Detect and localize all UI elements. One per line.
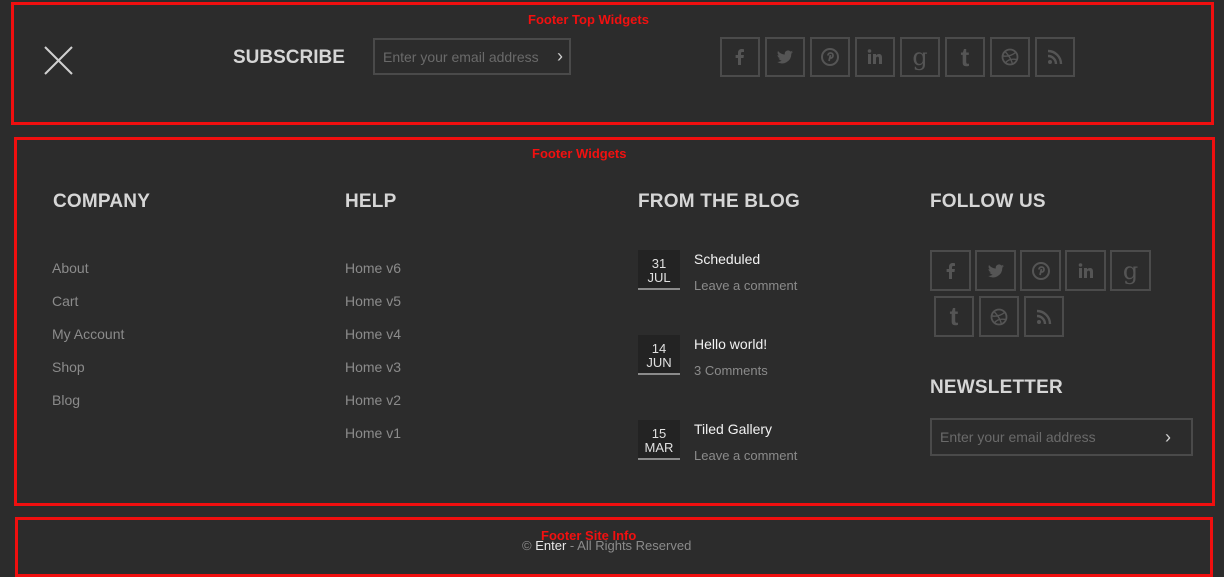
google-plus-icon[interactable]: g	[900, 37, 940, 77]
help-link-home-v5[interactable]: Home v5	[345, 293, 401, 309]
copyright-text: © Enter - All Rights Reserved	[522, 538, 691, 553]
help-link-home-v3[interactable]: Home v3	[345, 359, 401, 375]
newsletter-heading: NEWSLETTER	[930, 377, 1063, 398]
annotation-label-top: Footer Top Widgets	[528, 12, 649, 27]
rss-icon[interactable]	[1024, 296, 1064, 337]
rights-text: - All Rights Reserved	[569, 538, 692, 553]
post-comment-link[interactable]: Leave a comment	[694, 448, 797, 463]
post-date-badge: 14 JUN	[638, 335, 680, 375]
pinterest-icon[interactable]	[1020, 250, 1061, 291]
post-date-month: JUL	[647, 270, 671, 285]
twitter-icon[interactable]	[975, 250, 1016, 291]
facebook-icon[interactable]	[930, 250, 971, 291]
rss-icon[interactable]	[1035, 37, 1075, 77]
post-title-link[interactable]: Hello world!	[694, 336, 767, 352]
linkedin-icon[interactable]	[855, 37, 895, 77]
pinterest-icon[interactable]	[810, 37, 850, 77]
company-link-my-account[interactable]: My Account	[52, 326, 124, 342]
dribbble-icon[interactable]	[990, 37, 1030, 77]
company-link-blog[interactable]: Blog	[52, 392, 80, 408]
annotation-label-widgets: Footer Widgets	[532, 146, 627, 161]
post-date-badge: 15 MAR	[638, 420, 680, 460]
linkedin-icon[interactable]	[1065, 250, 1106, 291]
newsletter-email-input[interactable]	[932, 429, 1159, 445]
tumblr-icon[interactable]: t	[934, 296, 974, 337]
post-date-day: 31	[651, 256, 667, 271]
post-title-link[interactable]: Tiled Gallery	[694, 421, 772, 437]
brand-link[interactable]: Enter	[535, 538, 566, 553]
follow-heading: FOLLOW US	[930, 191, 1046, 212]
help-link-home-v2[interactable]: Home v2	[345, 392, 401, 408]
post-title-link[interactable]: Scheduled	[694, 251, 760, 267]
twitter-icon[interactable]	[765, 37, 805, 77]
newsletter-arrow-icon[interactable]: ›	[1159, 427, 1177, 448]
post-date-month: MAR	[644, 440, 674, 455]
help-link-home-v6[interactable]: Home v6	[345, 260, 401, 276]
blog-heading: FROM THE BLOG	[638, 191, 800, 212]
facebook-icon[interactable]	[720, 37, 760, 77]
post-date-month: JUN	[646, 355, 672, 370]
company-link-about[interactable]: About	[52, 260, 89, 276]
subscribe-arrow-icon[interactable]: ›	[551, 46, 569, 67]
help-link-home-v1[interactable]: Home v1	[345, 425, 401, 441]
subscribe-email-input[interactable]	[375, 48, 551, 65]
subscribe-email-field[interactable]: ›	[373, 38, 571, 75]
company-link-shop[interactable]: Shop	[52, 359, 85, 375]
google-plus-icon[interactable]: g	[1110, 250, 1151, 291]
post-date-badge: 31 JUL	[638, 250, 680, 290]
post-date-day: 14	[651, 341, 667, 356]
subscribe-label: SUBSCRIBE	[233, 47, 345, 68]
copyright-symbol: ©	[522, 538, 532, 553]
post-comment-link[interactable]: Leave a comment	[694, 278, 797, 293]
tumblr-icon[interactable]: t	[945, 37, 985, 77]
help-link-home-v4[interactable]: Home v4	[345, 326, 401, 342]
help-heading: HELP	[345, 191, 397, 212]
post-date-day: 15	[651, 426, 667, 441]
post-comment-link[interactable]: 3 Comments	[694, 363, 768, 378]
company-link-cart[interactable]: Cart	[52, 293, 78, 309]
company-heading: COMPANY	[53, 191, 151, 212]
newsletter-email-field[interactable]: ›	[930, 418, 1193, 456]
dribbble-icon[interactable]	[979, 296, 1019, 337]
close-icon[interactable]	[44, 46, 73, 75]
